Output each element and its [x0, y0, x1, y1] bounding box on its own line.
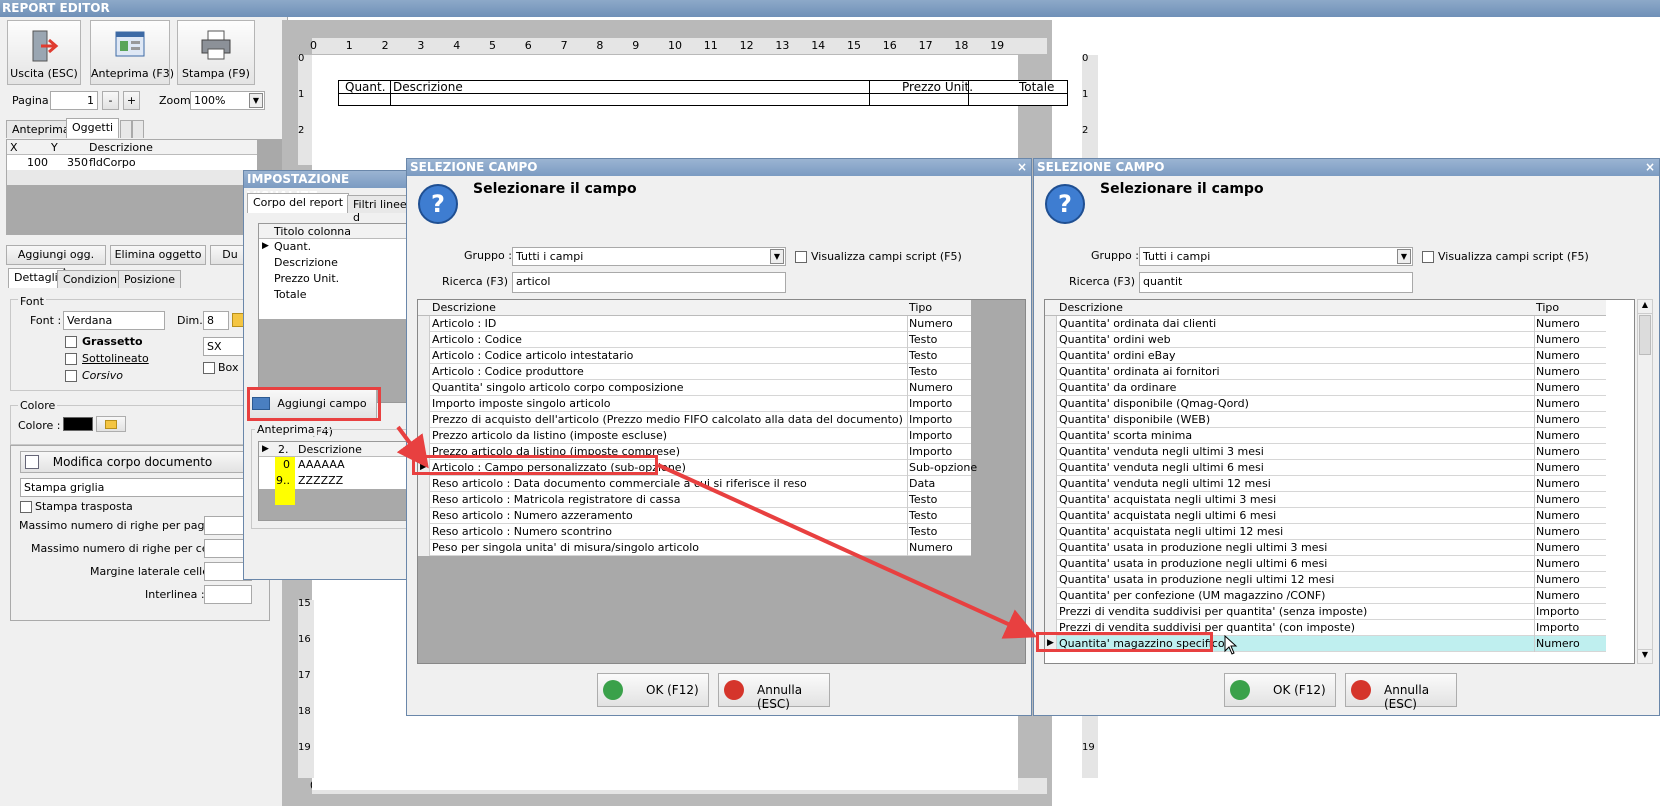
annotation-arrows: [396, 425, 1038, 639]
mouse-cursor-icon: [1224, 635, 1238, 655]
arrow-to-target: [657, 463, 1038, 639]
arrow-to-subopt: [396, 425, 429, 469]
